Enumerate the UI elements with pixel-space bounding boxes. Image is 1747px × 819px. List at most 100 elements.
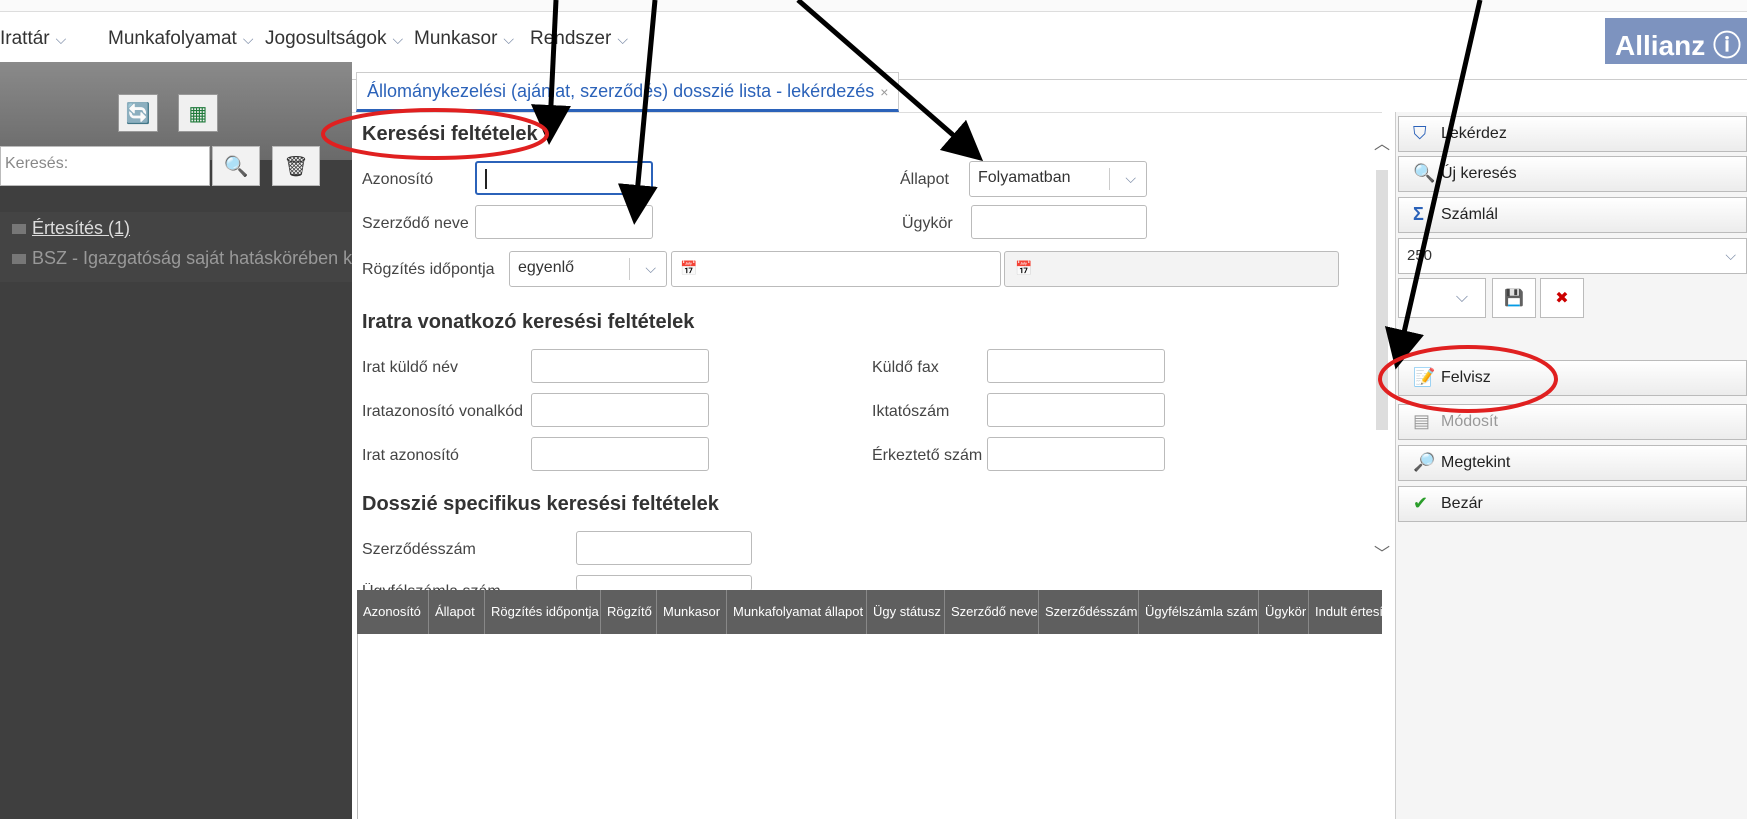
page-size-select[interactable]: 250 ⌵ <box>1398 238 1747 274</box>
folder-icon <box>12 224 26 235</box>
lekerdez-label: Lekérdez <box>1441 125 1507 142</box>
results-table-body <box>357 634 1382 819</box>
menu-irattar-label: Irattár <box>0 28 50 49</box>
scrollbar-thumb[interactable] <box>1376 170 1388 430</box>
search-form: Keresési feltételek Azonosító Szerződő n… <box>352 112 1382 591</box>
chevron-down-icon: ⌵ <box>503 31 515 47</box>
allapot-value: Folyamatban <box>978 169 1071 186</box>
delete-icon: ✖ <box>1555 290 1569 307</box>
chevron-down-icon: ⌵ <box>1455 289 1469 306</box>
sidebar-item-label: Értesítés (1) <box>32 218 131 238</box>
column-header[interactable]: Szerződésszám <box>1039 590 1139 634</box>
iktatoszam-input[interactable] <box>987 393 1165 427</box>
megtekint-label: Megtekint <box>1441 454 1511 471</box>
folder-icon <box>12 254 26 265</box>
refresh-icon[interactable]: 🔄 <box>118 94 158 132</box>
column-header[interactable]: Munkasor <box>657 590 727 634</box>
column-header[interactable]: Rögzítés időpontja <box>485 590 601 634</box>
calendar-icon: 📅 <box>1015 260 1033 276</box>
irat-kuldo-nev-input[interactable] <box>531 349 709 383</box>
label-szerzodo-neve: Szerződő neve <box>362 215 469 232</box>
trash-icon: 🗑 <box>283 155 309 178</box>
szamlal-button[interactable]: Σ Számlál <box>1398 197 1747 233</box>
separator <box>1109 168 1110 190</box>
column-header[interactable]: Ügy státusz <box>867 590 945 634</box>
label-erkezteto-szam: Érkeztető szám <box>872 447 983 464</box>
filter-icon: ⛉ <box>1413 123 1427 143</box>
label-irat-kuldo-nev: Irat küldő név <box>362 359 459 376</box>
close-icon[interactable]: × <box>880 84 888 100</box>
menu-rendszer-label: Rendszer <box>530 28 612 49</box>
column-header[interactable]: Indult értesít <box>1309 590 1382 634</box>
bezar-button[interactable]: ✔ Bezár <box>1398 486 1747 522</box>
rogzites-operator-select[interactable]: egyenlő ⌵ <box>509 251 667 287</box>
menu-munkasor[interactable]: Munkasor ⌵ <box>414 28 514 50</box>
label-rogzites-idopontja: Rögzítés időpontja <box>362 261 495 278</box>
tab-label: Állománykezelési (ajánlat, szerződés) do… <box>367 81 875 101</box>
menu-rendszer[interactable]: Rendszer ⌵ <box>530 28 628 50</box>
erkezteto-szam-input[interactable] <box>987 437 1165 471</box>
menu-munkafolyamat-label: Munkafolyamat <box>108 28 237 49</box>
sidebar-tree: Értesítés (1) BSZ - Igazgatóság saját ha… <box>0 212 352 282</box>
szerzodesszam-input[interactable] <box>576 531 752 565</box>
bezar-label: Bezár <box>1441 495 1483 512</box>
save-button[interactable]: 💾 <box>1492 278 1536 318</box>
label-azonosito: Azonosító <box>362 171 434 188</box>
chevron-down-icon: ⌵ <box>1125 170 1136 186</box>
iratazonosito-vonalkod-input[interactable] <box>531 393 709 427</box>
chevron-down-icon: ⌵ <box>392 31 404 47</box>
label-kuldo-fax: Küldő fax <box>872 359 939 376</box>
menu-irattar[interactable]: Irattár ⌵ <box>0 28 66 50</box>
column-header[interactable]: Azonosító <box>357 590 429 634</box>
tab-allomany-lekerdezes[interactable]: Állománykezelési (ajánlat, szerződés) do… <box>356 72 900 112</box>
uj-kereses-button[interactable]: 🔍 Új keresés <box>1398 156 1747 192</box>
szamlal-label: Számlál <box>1441 206 1498 223</box>
search-icon: 🔍 <box>223 155 249 178</box>
menu-jogosultsagok[interactable]: Jogosultságok ⌵ <box>265 28 403 50</box>
column-header[interactable]: Szerződő neve <box>945 590 1039 634</box>
rogzites-date-from[interactable]: 📅 <box>671 251 1001 287</box>
sidebar-item-ertesites[interactable]: Értesítés (1) <box>0 218 352 239</box>
edit-icon: 📝 <box>1413 367 1436 387</box>
view-select[interactable]: ⌵ <box>1398 278 1486 318</box>
menu-munkasor-label: Munkasor <box>414 28 498 49</box>
felvisz-button[interactable]: 📝 Felvisz <box>1398 360 1747 396</box>
top-strip <box>0 0 1747 12</box>
allianz-logo: Allianz ⓘ <box>1605 18 1747 64</box>
modosit-button: ▤ Módosít <box>1398 404 1747 440</box>
search-button[interactable]: 🔍 <box>212 146 260 186</box>
irat-azonosito-input[interactable] <box>531 437 709 471</box>
clear-button[interactable]: 🗑 <box>272 146 320 186</box>
modosit-label: Módosít <box>1441 413 1498 430</box>
label-iratazonosito-vonalkod: Iratazonosító vonalkód <box>362 403 523 420</box>
delete-view-button[interactable]: ✖ <box>1540 278 1584 318</box>
kuldo-fax-input[interactable] <box>987 349 1165 383</box>
excel-icon[interactable]: ▦ <box>178 94 218 132</box>
form-scrollbar[interactable]: ︿ ﹀ <box>1372 130 1392 563</box>
scroll-down-icon[interactable]: ﹀ <box>1374 540 1390 564</box>
label-ugykor: Ügykör <box>902 215 953 232</box>
sidebar-item-bsz[interactable]: BSZ - Igazgatóság saját hatáskörében köt… <box>0 248 352 269</box>
menu-munkafolyamat[interactable]: Munkafolyamat ⌵ <box>108 28 253 50</box>
ugykor-input[interactable] <box>971 205 1147 239</box>
column-header[interactable]: Állapot <box>429 590 485 634</box>
megtekint-button[interactable]: 🔎 Megtekint <box>1398 445 1747 481</box>
chevron-down-icon: ⌵ <box>617 31 628 47</box>
column-header[interactable]: Munkafolyamat állapot <box>727 590 867 634</box>
logo-text: Allianz <box>1615 30 1706 61</box>
view-icon: 🔎 <box>1413 452 1436 472</box>
scroll-up-icon[interactable]: ︿ <box>1374 130 1390 154</box>
column-header[interactable]: Ügykör <box>1259 590 1309 634</box>
ugyfelszamla-szam-input[interactable] <box>576 575 752 591</box>
label-szerzodesszam: Szerződésszám <box>362 541 476 558</box>
label-iktatoszam: Iktatószám <box>872 403 950 420</box>
lekerdez-button[interactable]: ⛉ Lekérdez <box>1398 116 1747 152</box>
szerzodo-neve-input[interactable] <box>475 205 653 239</box>
column-header[interactable]: Ügyfélszámla szám <box>1139 590 1259 634</box>
allapot-select[interactable]: Folyamatban ⌵ <box>969 161 1147 197</box>
sidebar-search-input[interactable]: Keresés: <box>0 146 210 186</box>
azonosito-input[interactable] <box>475 161 653 195</box>
sigma-icon: Σ <box>1413 204 1424 224</box>
column-header[interactable]: Rögzítő <box>601 590 657 634</box>
save-icon: 💾 <box>1504 290 1524 307</box>
